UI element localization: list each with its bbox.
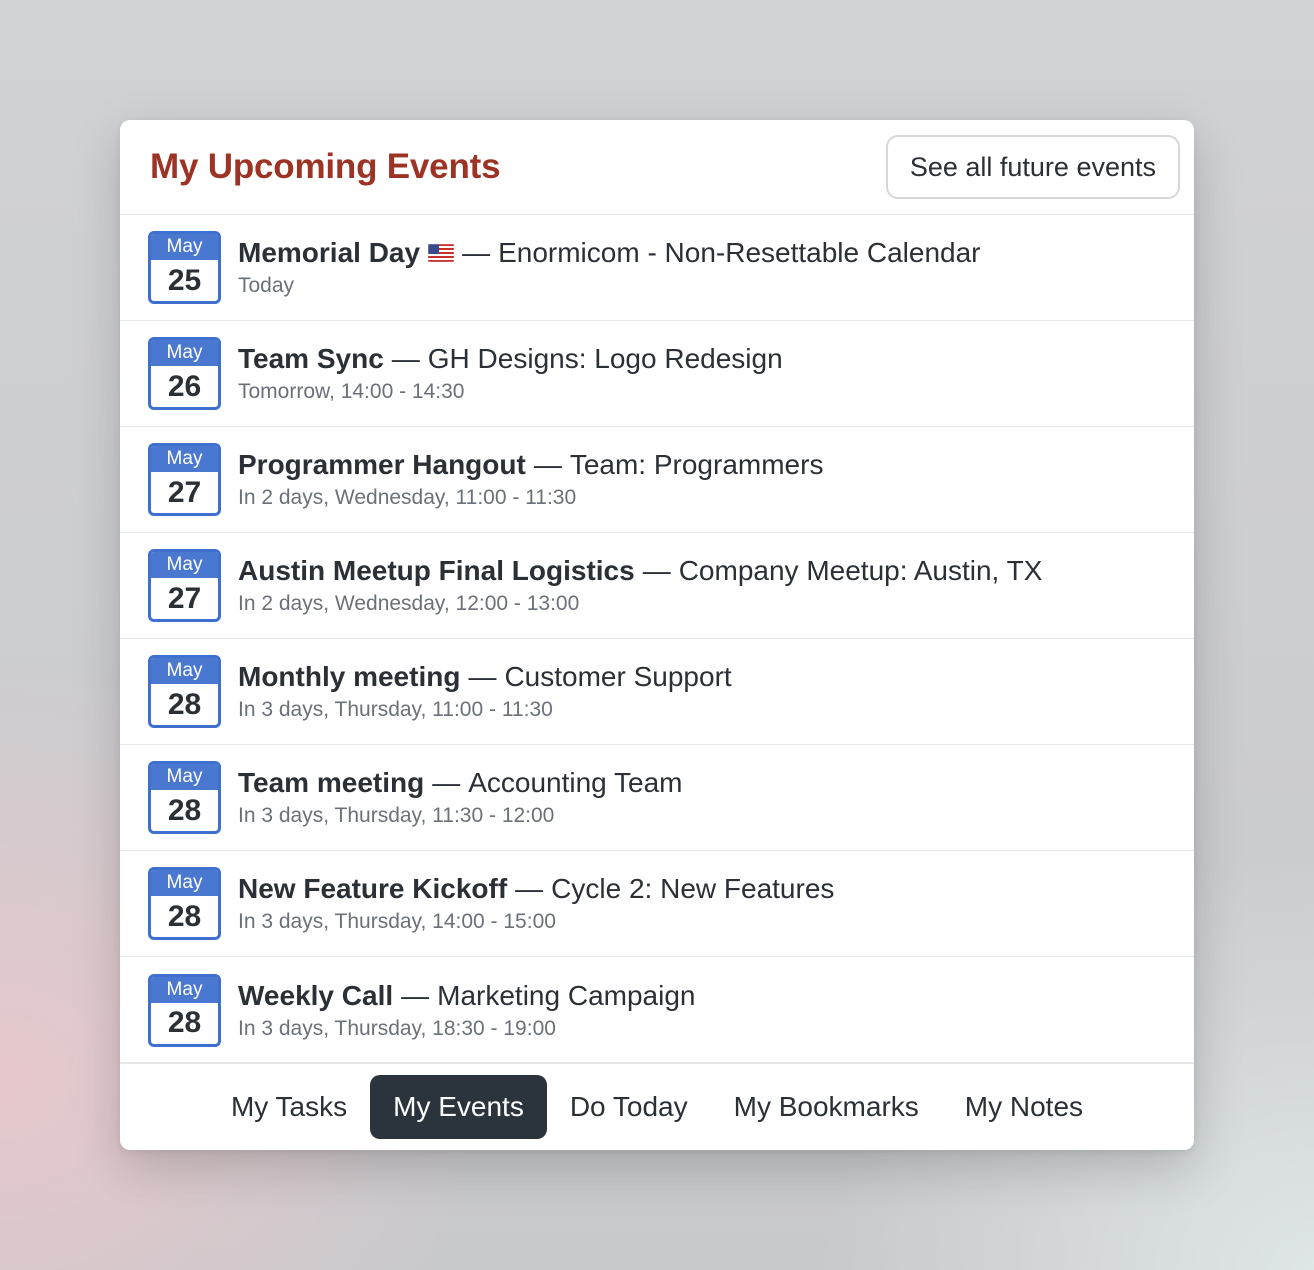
event-line: Memorial Day — Enormicom - Non-Resettabl…: [238, 237, 981, 269]
calendar-day: 25: [167, 263, 202, 297]
event-time: In 2 days, Wednesday, 11:00 - 11:30: [238, 486, 577, 509]
event-line: New Feature Kickoff — Cycle 2: New Featu…: [238, 873, 834, 905]
event-time: In 3 days, Thursday, 11:00 - 11:30: [238, 698, 553, 721]
event-line: Monthly meeting — Customer Support: [238, 661, 732, 693]
calendar-month: May: [151, 552, 218, 578]
event-body: Austin Meetup Final Logistics — Company …: [238, 555, 1042, 616]
event-title[interactable]: Austin Meetup Final Logistics: [238, 555, 635, 587]
event-separator: —: [533, 449, 562, 480]
event-title[interactable]: Team Sync: [238, 343, 384, 375]
calendar-month: May: [151, 446, 218, 472]
event-body: Weekly Call — Marketing Campaign In 3 da…: [238, 980, 695, 1041]
event-body: New Feature Kickoff — Cycle 2: New Featu…: [238, 873, 834, 934]
panel-header: My Upcoming Events See all future events: [120, 120, 1194, 215]
event-title[interactable]: Monthly meeting: [238, 661, 460, 693]
event-time: In 2 days, Wednesday, 12:00 - 13:00: [238, 592, 580, 615]
calendar-date-icon: May 28: [148, 973, 221, 1047]
calendar-date-icon: May 27: [148, 443, 221, 516]
list-item[interactable]: May 25 Memorial Day — Enormicom - Non-Re…: [120, 215, 1194, 321]
event-separator: —: [462, 237, 491, 268]
calendar-day: 28: [167, 687, 202, 721]
event-time: In 3 days, Thursday, 18:30 - 19:00: [238, 1016, 556, 1040]
tab-my-bookmarks[interactable]: My Bookmarks: [711, 1075, 942, 1139]
list-item[interactable]: May 28 Weekly Call — Marketing Campaign …: [120, 957, 1194, 1063]
event-body: Team meeting — Accounting Team In 3 days…: [238, 767, 682, 828]
event-context[interactable]: Marketing Campaign: [437, 980, 695, 1012]
event-separator: —: [391, 343, 420, 374]
upcoming-events-panel: My Upcoming Events See all future events…: [120, 120, 1194, 1150]
event-title[interactable]: Programmer Hangout: [238, 449, 526, 481]
event-title[interactable]: New Feature Kickoff: [238, 873, 507, 905]
page-title: My Upcoming Events: [150, 147, 501, 186]
bottom-tab-bar: My Tasks My Events Do Today My Bookmarks…: [120, 1062, 1194, 1150]
calendar-month: May: [151, 764, 218, 790]
calendar-month: May: [151, 976, 218, 1003]
event-context[interactable]: GH Designs: Logo Redesign: [428, 343, 783, 375]
event-separator: —: [401, 979, 430, 1011]
event-separator: —: [515, 873, 544, 904]
event-line: Team meeting — Accounting Team: [238, 767, 682, 799]
us-flag-icon: [428, 244, 455, 262]
calendar-month: May: [151, 870, 218, 896]
event-list: May 25 Memorial Day — Enormicom - Non-Re…: [120, 215, 1194, 1063]
event-separator: —: [642, 555, 671, 586]
calendar-day: 28: [167, 793, 202, 827]
event-context[interactable]: Cycle 2: New Features: [551, 873, 834, 905]
tab-my-notes[interactable]: My Notes: [942, 1075, 1106, 1139]
event-context[interactable]: Enormicom - Non-Resettable Calendar: [498, 237, 980, 269]
event-context[interactable]: Company Meetup: Austin, TX: [679, 555, 1043, 587]
event-body: Monthly meeting — Customer Support In 3 …: [238, 661, 732, 722]
calendar-date-icon: May 25: [148, 231, 221, 304]
calendar-date-icon: May 28: [148, 867, 221, 940]
list-item[interactable]: May 26 Team Sync — GH Designs: Logo Rede…: [120, 321, 1194, 427]
event-time: In 3 days, Thursday, 11:30 - 12:00: [238, 804, 555, 827]
event-line: Austin Meetup Final Logistics — Company …: [238, 555, 1042, 587]
event-time: Today: [238, 274, 295, 297]
calendar-date-icon: May 28: [148, 761, 221, 834]
tab-my-tasks[interactable]: My Tasks: [208, 1075, 370, 1139]
event-line: Programmer Hangout — Team: Programmers: [238, 449, 823, 481]
event-title[interactable]: Memorial Day: [238, 237, 420, 269]
list-item[interactable]: May 27 Austin Meetup Final Logistics — C…: [120, 533, 1194, 639]
tab-do-today[interactable]: Do Today: [547, 1075, 711, 1139]
event-time: Tomorrow, 14:00 - 14:30: [238, 380, 465, 403]
calendar-date-icon: May 27: [148, 549, 221, 622]
event-line: Team Sync — GH Designs: Logo Redesign: [238, 343, 783, 375]
event-title[interactable]: Team meeting: [238, 767, 424, 799]
tab-my-events[interactable]: My Events: [370, 1075, 547, 1139]
list-item[interactable]: May 28 Monthly meeting — Customer Suppor…: [120, 639, 1194, 745]
event-separator: —: [468, 661, 497, 692]
event-time: In 3 days, Thursday, 14:00 - 15:00: [238, 910, 556, 933]
see-all-future-events-button[interactable]: See all future events: [885, 135, 1180, 199]
calendar-day: 27: [167, 475, 202, 509]
event-body: Memorial Day — Enormicom - Non-Resettabl…: [238, 237, 981, 298]
list-item[interactable]: May 28 Team meeting — Accounting Team In…: [120, 745, 1194, 851]
event-body: Programmer Hangout — Team: Programmers I…: [238, 449, 823, 510]
event-context[interactable]: Team: Programmers: [570, 449, 824, 481]
calendar-day: 28: [167, 1006, 202, 1039]
list-item[interactable]: May 28 New Feature Kickoff — Cycle 2: Ne…: [120, 851, 1194, 957]
event-context[interactable]: Accounting Team: [468, 767, 682, 799]
event-line: Weekly Call — Marketing Campaign: [238, 980, 695, 1012]
calendar-month: May: [151, 658, 218, 684]
event-title[interactable]: Weekly Call: [238, 980, 393, 1012]
calendar-date-icon: May 26: [148, 337, 221, 410]
calendar-month: May: [151, 340, 218, 366]
event-context[interactable]: Customer Support: [504, 661, 731, 693]
calendar-day: 28: [167, 899, 202, 933]
list-item[interactable]: May 27 Programmer Hangout — Team: Progra…: [120, 427, 1194, 533]
event-separator: —: [432, 767, 461, 798]
event-body: Team Sync — GH Designs: Logo Redesign To…: [238, 343, 783, 404]
calendar-month: May: [151, 234, 218, 260]
calendar-day: 26: [167, 369, 202, 403]
calendar-date-icon: May 28: [148, 655, 221, 728]
calendar-day: 27: [167, 581, 202, 615]
